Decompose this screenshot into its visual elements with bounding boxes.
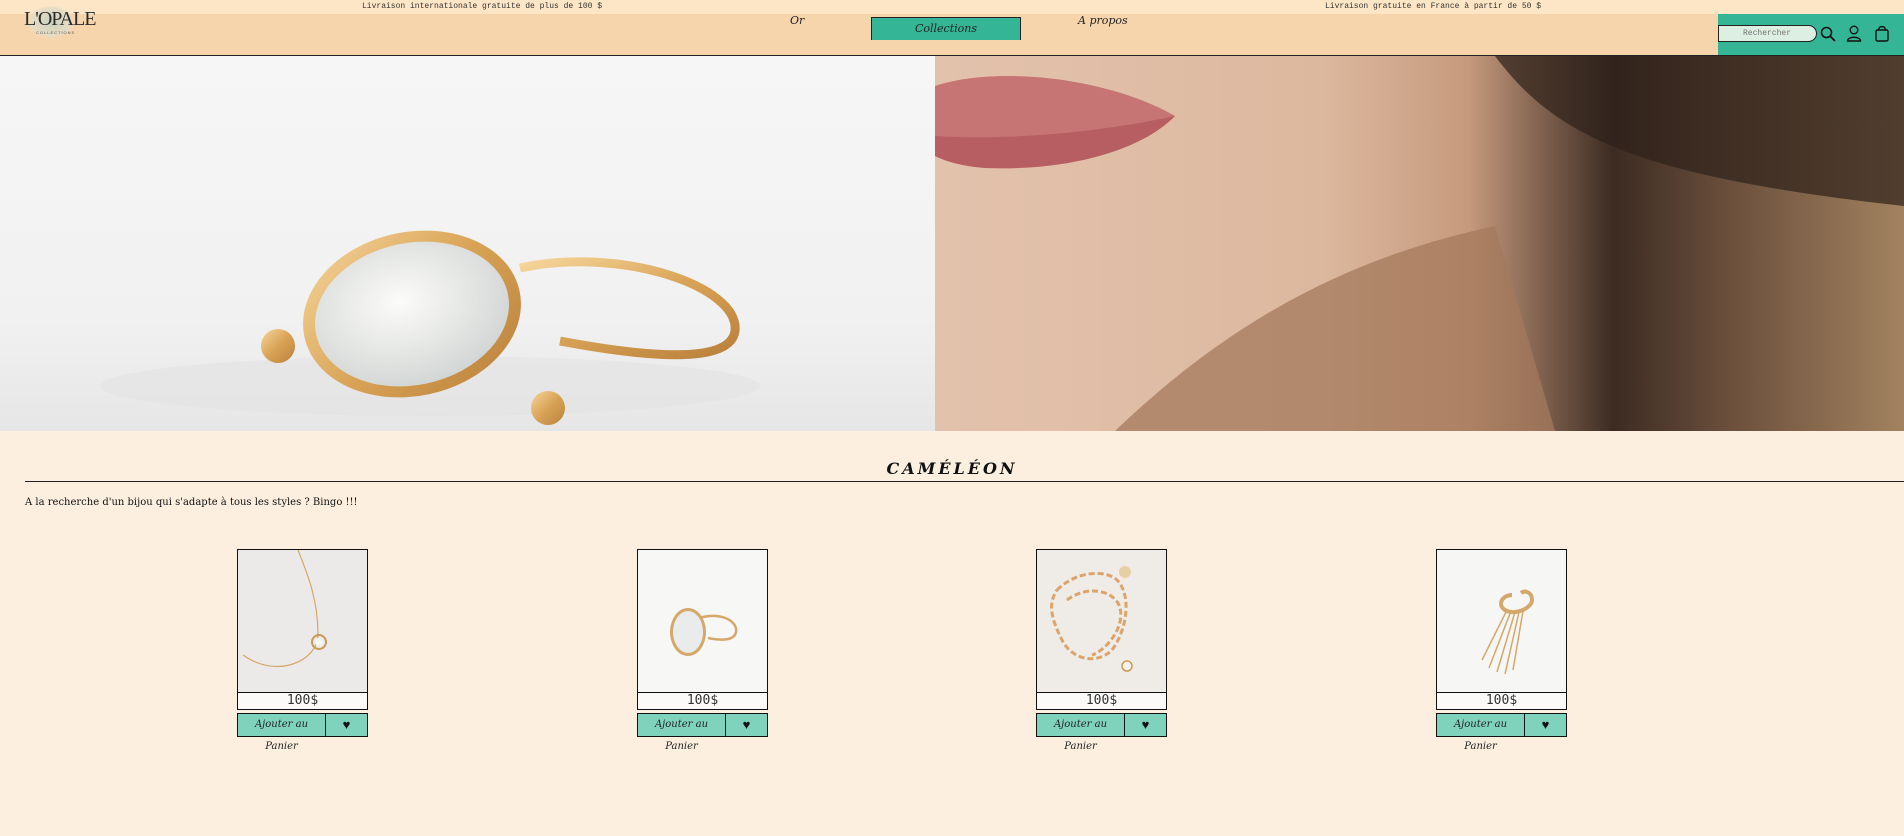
product-price: 100$ (1436, 693, 1567, 710)
announcement-bar: Livraison internationale gratuite de plu… (0, 0, 1904, 14)
hero-model-image (935, 56, 1904, 431)
necklace-illustration (238, 550, 367, 692)
ear-cuff-illustration (1437, 550, 1566, 692)
user-icon[interactable] (1846, 25, 1862, 42)
nav-item-collections[interactable]: Collections (871, 17, 1021, 40)
hero-ring-image (0, 56, 935, 431)
ring-illustration (100, 230, 760, 425)
nav-item-about[interactable]: A propos (1078, 14, 1128, 27)
product-image-ring[interactable] (637, 549, 768, 693)
chain-bracelet-illustration (1037, 550, 1166, 692)
shipping-notice-france: Livraison gratuite en France à partir de… (1325, 2, 1542, 11)
favorite-button[interactable]: ♥ (1525, 713, 1567, 737)
favorite-button[interactable]: ♥ (726, 713, 768, 737)
product-image-ear-cuff[interactable] (1436, 549, 1567, 693)
add-to-cart-button[interactable]: Ajouter au Panier (1036, 713, 1125, 752)
section-description: A la recherche d'un bijou qui s'adapte à… (25, 497, 358, 508)
favorite-button[interactable]: ♥ (1125, 713, 1167, 737)
search-icon[interactable] (1820, 26, 1836, 42)
product-price: 100$ (1036, 693, 1167, 710)
bag-icon[interactable] (1874, 25, 1890, 42)
add-to-cart-button[interactable]: Ajouter au Panier (637, 713, 726, 752)
shipping-notice-international: Livraison internationale gratuite de plu… (362, 2, 603, 11)
add-to-cart-button[interactable]: Ajouter au Panier (237, 713, 326, 752)
nav-item-or[interactable]: Or (790, 14, 804, 27)
search-input[interactable] (1718, 25, 1817, 42)
section-divider (25, 481, 1904, 482)
product-image-bracelet[interactable] (1036, 549, 1167, 693)
product-price: 100$ (637, 693, 768, 710)
model-closeup-illustration (935, 56, 1904, 431)
logo-text: L'OPALE (24, 8, 96, 30)
ring-illustration (638, 550, 767, 692)
section-title: CAMÉLÉON (886, 459, 1018, 478)
logo-subtitle: COLLECTIONS (36, 30, 76, 35)
product-image-necklace[interactable] (237, 549, 368, 693)
logo[interactable]: L'OPALE COLLECTIONS (22, 4, 96, 38)
product-price: 100$ (237, 693, 368, 710)
add-to-cart-button[interactable]: Ajouter au Panier (1436, 713, 1525, 752)
favorite-button[interactable]: ♥ (326, 713, 368, 737)
